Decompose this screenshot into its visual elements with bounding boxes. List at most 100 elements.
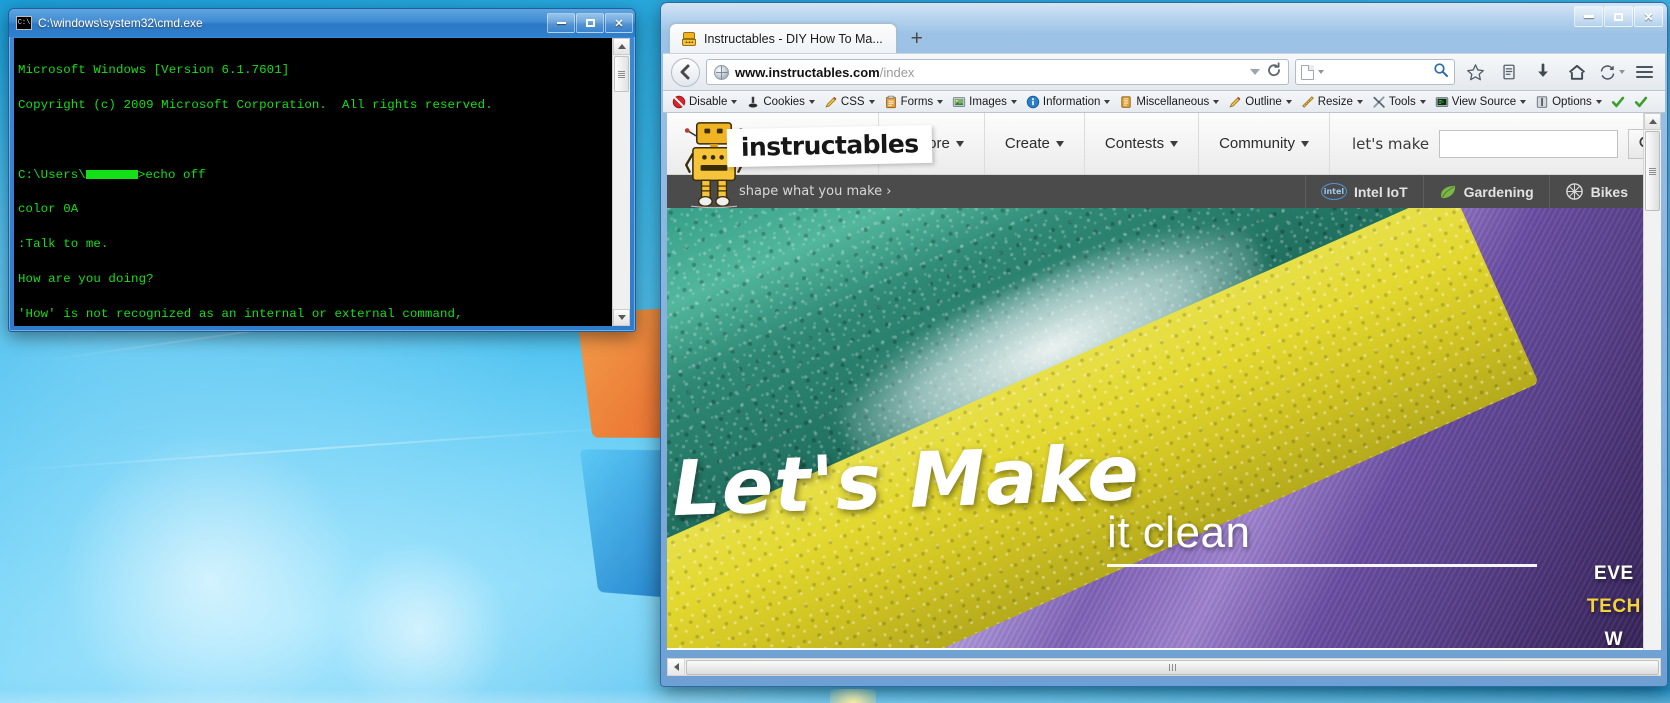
cmd-line: color 0A	[18, 202, 79, 217]
back-button[interactable]	[671, 57, 700, 87]
cmd-scroll-track[interactable]	[613, 92, 630, 309]
devbar-item-resize[interactable]: Resize	[1298, 94, 1366, 110]
downloads-button[interactable]	[1529, 58, 1557, 86]
new-tab-button[interactable]: +	[903, 25, 931, 51]
devbar-check-1[interactable]	[1608, 94, 1628, 110]
devbar-item-images[interactable]: Images	[949, 94, 1020, 110]
checkmark-green-icon	[1634, 96, 1647, 107]
cmd-scroll-thumb[interactable]	[614, 56, 629, 92]
devbar-label: Options	[1552, 95, 1592, 108]
devbar-item-forms[interactable]: Forms	[881, 94, 947, 110]
chevron-down-icon[interactable]	[1285, 99, 1292, 104]
site-header: instructables Explore Create Contests	[667, 113, 1643, 209]
chevron-down-icon[interactable]	[1318, 70, 1324, 74]
cmd-vertical-scrollbar[interactable]	[612, 38, 630, 326]
wallpaper-glow	[60, 430, 360, 703]
chevron-down-icon[interactable]	[1419, 99, 1426, 104]
devbar-item-miscellaneous[interactable]: Miscellaneous	[1116, 94, 1222, 110]
hero-banner[interactable]: Let's Make it clean EVE TECH W	[667, 208, 1643, 648]
devbar-item-css[interactable]: CSS	[821, 94, 878, 110]
bookmark-star-button[interactable]	[1461, 58, 1489, 86]
options-icon	[1536, 95, 1548, 108]
view-source-icon	[1435, 96, 1448, 107]
cmd-minimize-button[interactable]	[547, 13, 575, 33]
reload-button[interactable]	[1266, 61, 1282, 83]
category-bikes[interactable]: Bikes	[1548, 175, 1643, 208]
chevron-down-icon[interactable]	[1618, 70, 1625, 74]
category-intel-iot[interactable]: intel Intel IoT	[1304, 175, 1423, 208]
site-nav-create[interactable]: Create	[985, 113, 1085, 174]
search-submit-icon[interactable]	[1433, 62, 1449, 83]
page-vertical-scrollbar[interactable]	[1643, 113, 1661, 650]
firefox-browser-window[interactable]: ✕ Instructables - DIY How To Ma... + www…	[660, 2, 1668, 687]
outline-pencil-icon	[1229, 96, 1241, 107]
site-wordmark[interactable]: instructables	[726, 124, 933, 168]
chevron-down-icon[interactable]	[808, 99, 815, 104]
reader-list-button[interactable]	[1495, 58, 1523, 86]
category-gardening[interactable]: Gardening	[1422, 175, 1549, 208]
cmd-close-button[interactable]: ✕	[605, 13, 633, 33]
cmd-scroll-up-arrow[interactable]	[613, 38, 630, 55]
page-scroll-area: instructables Explore Create Contests	[667, 113, 1643, 650]
page-horizontal-scrollbar[interactable]	[667, 658, 1661, 676]
site-nav-contests[interactable]: Contests	[1085, 113, 1200, 174]
devbar-item-options[interactable]: Options	[1532, 94, 1605, 110]
resize-ruler-icon	[1301, 95, 1314, 108]
devbar-check-2[interactable]	[1631, 94, 1651, 110]
cmd-line: 'How' is not recognized as an internal o…	[18, 306, 463, 321]
chevron-down-icon[interactable]	[1250, 69, 1260, 75]
devbar-item-tools[interactable]: Tools	[1369, 94, 1429, 110]
search-bar[interactable]	[1295, 59, 1455, 85]
sync-button[interactable]	[1597, 58, 1625, 86]
command-prompt-window[interactable]: C:\ C:\windows\system32\cmd.exe ✕ Micros…	[8, 8, 636, 332]
magnifier-icon	[1434, 62, 1448, 77]
search-engine-icon[interactable]	[1301, 64, 1314, 80]
site-logo[interactable]: instructables	[667, 113, 933, 209]
tools-icon	[1373, 95, 1385, 108]
chevron-down-icon[interactable]	[868, 99, 875, 104]
site-nav-community[interactable]: Community	[1199, 113, 1330, 174]
page-scroll-left-arrow[interactable]	[668, 659, 685, 675]
wallpaper-streak	[0, 425, 639, 472]
page-scroll-track[interactable]	[1644, 211, 1661, 650]
browser-close-button[interactable]: ✕	[1634, 6, 1663, 27]
browser-maximize-button[interactable]	[1604, 6, 1633, 27]
devbar-item-information[interactable]: Information	[1023, 94, 1114, 110]
cmd-console-client[interactable]: Microsoft Windows [Version 6.1.7601] Cop…	[14, 38, 630, 326]
star-icon	[1466, 63, 1484, 80]
devbar-item-cookies[interactable]: Cookies	[743, 94, 818, 110]
cmd-window-controls: ✕	[547, 13, 633, 33]
chevron-down-icon[interactable]	[1356, 99, 1363, 104]
chevron-down-icon[interactable]	[1520, 99, 1527, 104]
cmd-titlebar[interactable]: C:\ C:\windows\system32\cmd.exe ✕	[9, 9, 635, 37]
browser-tab[interactable]: Instructables - DIY How To Ma...	[669, 23, 897, 53]
browser-menu-button[interactable]	[1631, 58, 1657, 86]
chevron-down-icon[interactable]	[937, 99, 944, 104]
category-label: Bikes	[1590, 183, 1628, 200]
chevron-down-icon[interactable]	[1213, 99, 1220, 104]
chevron-down-icon[interactable]	[1104, 99, 1111, 104]
chevron-down-icon[interactable]	[731, 99, 738, 104]
desktop: C:\ C:\windows\system32\cmd.exe ✕ Micros…	[0, 0, 1670, 703]
browser-minimize-button[interactable]	[1574, 6, 1603, 27]
page-scroll-thumb[interactable]	[1645, 131, 1660, 211]
chevron-down-icon[interactable]	[1010, 99, 1017, 104]
nav-label: Create	[1004, 135, 1050, 152]
site-search-button[interactable]	[1628, 128, 1643, 159]
cmd-maximize-button[interactable]	[576, 13, 604, 33]
site-tagline[interactable]: shape what you make ›	[739, 184, 891, 199]
page-scroll-up-arrow[interactable]	[1644, 113, 1661, 130]
browser-navigation-toolbar: www.instructables.com/index	[663, 53, 1665, 91]
devbar-item-disable[interactable]: Disable	[669, 94, 740, 110]
devbar-item-view-source[interactable]: View Source	[1432, 94, 1529, 110]
devbar-item-outline[interactable]: Outline	[1225, 94, 1294, 110]
url-bar[interactable]: www.instructables.com/index	[706, 59, 1289, 85]
intel-icon: intel	[1320, 183, 1347, 200]
page-hscroll-thumb[interactable]	[686, 659, 1659, 675]
cmd-window-title: C:\windows\system32\cmd.exe	[38, 16, 203, 30]
home-button[interactable]	[1563, 58, 1591, 86]
chevron-down-icon[interactable]	[1595, 99, 1602, 104]
cmd-scroll-down-arrow[interactable]	[613, 309, 630, 326]
cmd-line: Copyright (c) 2009 Microsoft Corporation…	[18, 97, 493, 112]
site-search-input[interactable]	[1439, 129, 1619, 158]
